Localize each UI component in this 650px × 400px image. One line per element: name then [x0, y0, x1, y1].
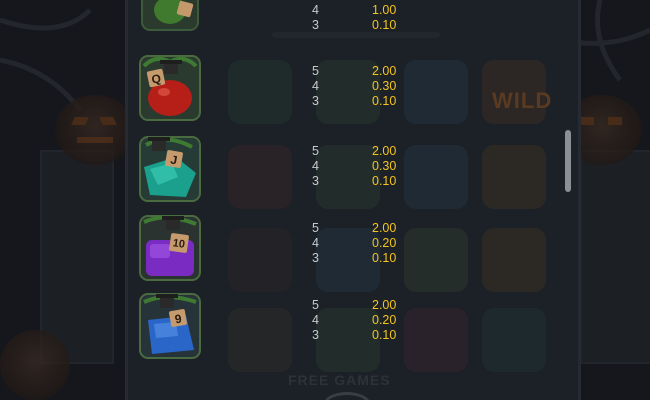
payout-line: 4 1.00: [312, 3, 412, 18]
payout-line: 3 0.10: [312, 251, 412, 266]
match-count: 4: [312, 236, 319, 250]
payout-list: 5 2.00 4 0.30 3 0.10: [312, 144, 412, 189]
payout-value: 2.00: [372, 221, 397, 235]
match-count: 4: [312, 3, 319, 17]
payout-line: 3 0.10: [312, 18, 412, 33]
payout-line: 4 0.20: [312, 313, 412, 328]
payout-line: 3 0.10: [312, 328, 412, 343]
payout-line: 5 2.00: [312, 298, 412, 313]
match-count: 3: [312, 174, 319, 188]
match-count: 5: [312, 64, 319, 78]
payout-line: 5 2.00: [312, 221, 412, 236]
payout-line: 4 0.20: [312, 236, 412, 251]
payout-line: 4 0.30: [312, 79, 412, 94]
payout-line: 3 0.10: [312, 94, 412, 109]
payout-list: 5 2.00 4 0.20 3 0.10: [312, 221, 412, 266]
svg-text:10: 10: [172, 237, 186, 251]
match-count: 3: [312, 251, 319, 265]
match-count: 3: [312, 18, 319, 32]
payout-value: 0.20: [372, 236, 397, 250]
payout-value: 0.10: [372, 328, 397, 342]
match-count: 5: [312, 221, 319, 235]
payout-value: 0.10: [372, 174, 397, 188]
teal-potion-j-icon: J: [136, 133, 204, 205]
purple-potion-10-icon: 10: [136, 212, 204, 284]
red-potion-q-icon: Q: [136, 52, 204, 124]
payout-line: 5 2.00: [312, 144, 412, 159]
match-count: 5: [312, 298, 319, 312]
payout-value: 0.20: [372, 313, 397, 327]
match-count: 5: [312, 144, 319, 158]
paytable: 4 1.00 3 0.10 Q 5 2.00 4 0.30 3 0.10 J 5…: [0, 0, 650, 400]
payout-value: 0.30: [372, 79, 397, 93]
payout-value: 0.10: [372, 18, 397, 32]
payout-line: 5 2.00: [312, 64, 412, 79]
payout-value: 2.00: [372, 144, 397, 158]
match-count: 4: [312, 79, 319, 93]
paytable-scrollbar[interactable]: [565, 130, 571, 192]
green-potion-k-icon: [136, 0, 204, 36]
payout-list: 4 1.00 3 0.10: [312, 3, 412, 33]
match-count: 3: [312, 328, 319, 342]
payout-value: 2.00: [372, 64, 397, 78]
payout-list: 5 2.00 4 0.30 3 0.10: [312, 64, 412, 109]
payout-line: 3 0.10: [312, 174, 412, 189]
payout-line: 4 0.30: [312, 159, 412, 174]
payout-value: 0.30: [372, 159, 397, 173]
payout-value: 0.10: [372, 251, 397, 265]
payout-value: 1.00: [372, 3, 397, 17]
match-count: 4: [312, 159, 319, 173]
blue-potion-9-icon: 9: [136, 290, 204, 362]
match-count: 4: [312, 313, 319, 327]
payout-value: 2.00: [372, 298, 397, 312]
payout-list: 5 2.00 4 0.20 3 0.10: [312, 298, 412, 343]
match-count: 3: [312, 94, 319, 108]
payout-value: 0.10: [372, 94, 397, 108]
